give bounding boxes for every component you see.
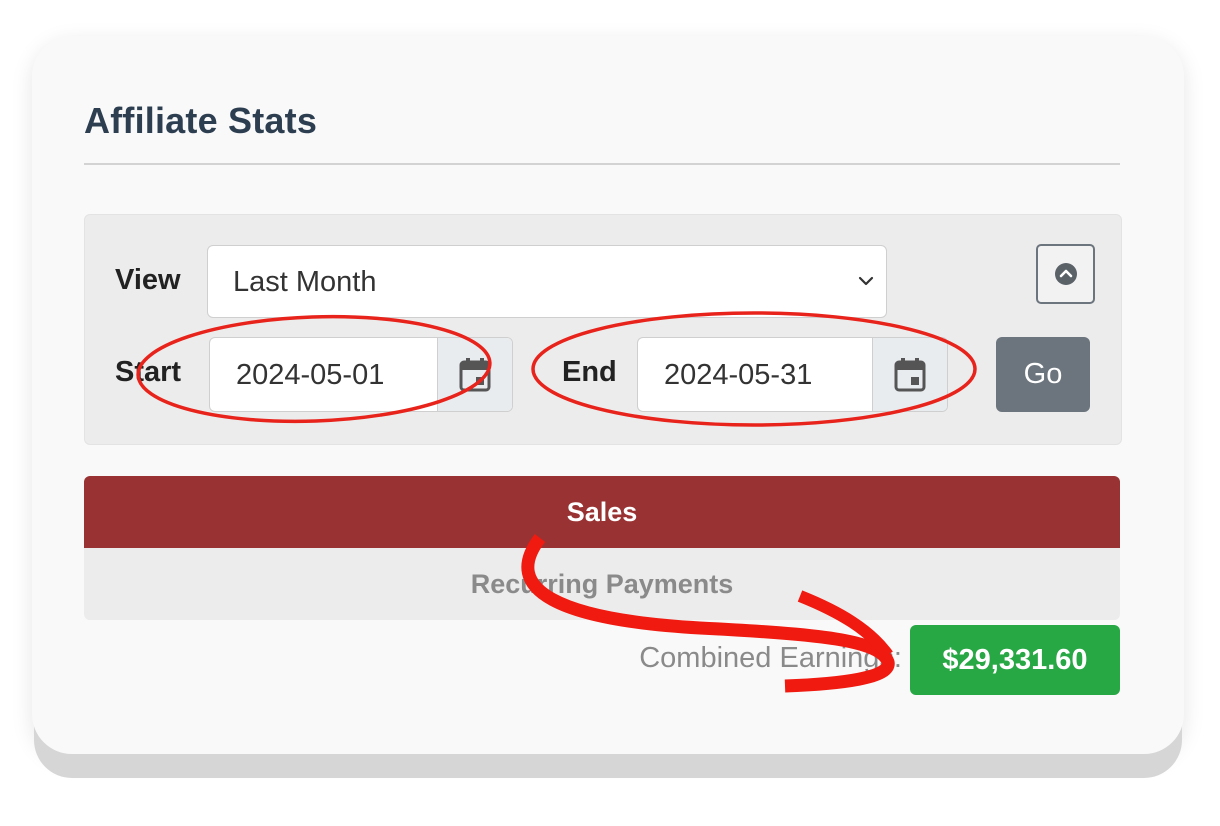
chevron-down-icon xyxy=(858,274,874,292)
end-calendar-button[interactable] xyxy=(872,338,947,411)
end-date-value: 2024-05-31 xyxy=(664,359,813,391)
start-calendar-button[interactable] xyxy=(437,338,512,411)
tab-recurring-payments[interactable]: Recurring Payments xyxy=(84,548,1120,620)
combined-earnings-value: $29,331.60 xyxy=(910,625,1120,695)
start-label: Start xyxy=(115,356,182,388)
start-date-value: 2024-05-01 xyxy=(236,359,385,391)
title-divider xyxy=(84,163,1120,165)
page-title: Affiliate Stats xyxy=(84,100,318,141)
date-filter-panel: View Last Month Start 2024-05-01 End 202… xyxy=(84,214,1122,445)
start-date-field[interactable]: 2024-05-01 xyxy=(209,337,513,412)
combined-earnings-label: Combined Earnings: xyxy=(639,642,902,674)
view-selected-value: Last Month xyxy=(233,266,377,298)
collapse-filters-button[interactable] xyxy=(1036,244,1095,304)
end-label: End xyxy=(562,356,617,388)
affiliate-stats-card: Affiliate Stats View Last Month Start 20… xyxy=(32,36,1184,754)
go-button[interactable]: Go xyxy=(996,337,1090,412)
end-date-field[interactable]: 2024-05-31 xyxy=(637,337,948,412)
view-label: View xyxy=(115,264,181,296)
view-select[interactable]: Last Month xyxy=(207,245,887,318)
tab-sales[interactable]: Sales xyxy=(84,476,1120,548)
